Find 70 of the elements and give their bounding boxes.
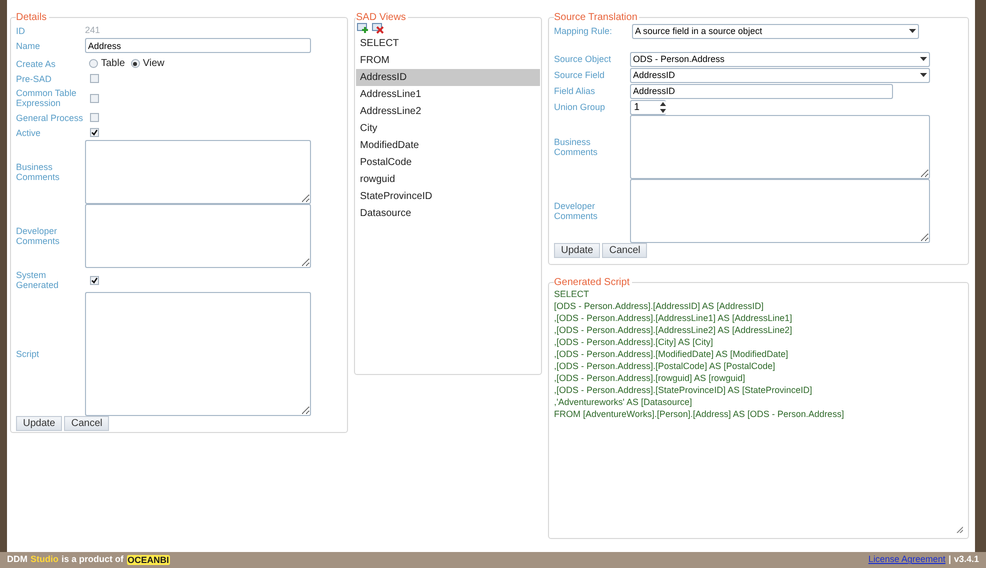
field-label: Developer Comments	[16, 226, 61, 246]
script-line: ,[ODS - Person.Address].[City] AS [City]	[554, 336, 714, 348]
field-label: Source Field	[554, 70, 606, 80]
panel-title: SAD Views	[356, 12, 407, 23]
script-line: ,[ODS - Person.Address].[AddressLine1] AS [AddressLine1]	[554, 312, 794, 324]
checkbox[interactable]	[90, 128, 99, 137]
script-line: ,'Adventureworks' AS [Datasource]	[554, 396, 694, 408]
field-label: Business Comments	[554, 137, 599, 157]
script-line: ,[ODS - Person.Address].[rowguid] AS [rowguid]	[554, 372, 746, 384]
dropdown-caret-icon	[920, 73, 927, 77]
script-line: ,[ODS - Person.Address].[PostalCode] AS [PostalCode]	[554, 360, 776, 372]
number-spinner[interactable]: 1	[630, 100, 666, 114]
radio-button[interactable]	[89, 59, 98, 68]
comment-box[interactable]	[85, 292, 311, 416]
field-label: Business Comments	[16, 162, 61, 182]
field-label: Source Object	[554, 54, 612, 64]
text-input[interactable]: AddressID	[630, 84, 893, 98]
dropdown[interactable]: ODS - Person.Address	[630, 52, 930, 66]
field-label: Active	[16, 128, 42, 138]
brand-name: DDM	[7, 553, 28, 566]
checkbox[interactable]	[90, 74, 99, 83]
panel-title: Generated Script	[554, 277, 631, 288]
resize-grip-icon[interactable]	[956, 526, 963, 533]
field-label: Create As	[16, 58, 57, 68]
name-input[interactable]: Address	[85, 38, 311, 53]
checkbox[interactable]	[90, 276, 99, 284]
id-value: 241	[85, 24, 100, 37]
list-item[interactable]: AddressID	[356, 69, 540, 86]
panel-title: Details	[16, 12, 48, 23]
script-line: ,[ODS - Person.Address].[StateProvinceID] AS [StateProvinceID]	[554, 384, 814, 396]
script-line: ,[ODS - Person.Address].[ModifiedDate] AS [ModifiedDate]	[554, 348, 790, 360]
footer-tagline: is a product of	[62, 553, 124, 566]
action-button[interactable]: Update	[554, 243, 600, 258]
field-label: Common Table Expression	[16, 88, 78, 108]
checkbox[interactable]	[90, 113, 99, 122]
dropdown[interactable]: AddressID	[630, 68, 930, 82]
company-logo: OCEANBI	[126, 555, 170, 565]
script-line: ,[ODS - Person.Address].[AddressLine2] AS [AddressLine2]	[554, 324, 794, 336]
field-label: Mapping Rule:	[554, 26, 614, 36]
comment-box[interactable]	[85, 204, 311, 268]
brand-highlight: Studio	[30, 553, 58, 566]
field-label: Pre-SAD	[16, 74, 53, 84]
comment-box[interactable]	[630, 115, 930, 179]
script-line: SELECT	[554, 288, 590, 300]
checkbox[interactable]	[90, 94, 99, 102]
field-label: General Process	[16, 112, 84, 122]
field-label: ID	[16, 26, 26, 36]
delete-icon[interactable]	[372, 23, 384, 34]
script-line: FROM [AdventureWorks].[Person].[Address] AS [ODS - Person.Address]	[554, 408, 845, 420]
script-line: [ODS - Person.Address].[AddressID] AS [AddressID]	[554, 300, 765, 312]
radio-label: View	[142, 57, 164, 71]
panel-title: Source Translation	[554, 12, 638, 23]
field-label: Script	[16, 349, 40, 359]
comment-box[interactable]	[630, 179, 930, 243]
dropdown[interactable]: A source field in a source object	[632, 24, 919, 38]
radio-button[interactable]	[130, 59, 140, 68]
field-label: Field Alias	[554, 86, 596, 96]
action-button[interactable]: Update	[16, 416, 62, 431]
field-label: System Generated	[16, 270, 60, 290]
dropdown-caret-icon	[909, 29, 916, 33]
radio-label: Table	[101, 57, 125, 71]
field-label: Union Group	[554, 102, 606, 112]
field-label: Developer Comments	[554, 201, 599, 221]
dropdown-caret-icon	[920, 57, 927, 61]
footer-separator: |	[948, 553, 951, 566]
action-button[interactable]: Cancel	[64, 416, 110, 431]
field-label: Name	[16, 40, 42, 50]
add-icon[interactable]	[357, 23, 369, 34]
action-button[interactable]: Cancel	[602, 243, 648, 258]
version-label: v3.4.1	[954, 553, 979, 566]
